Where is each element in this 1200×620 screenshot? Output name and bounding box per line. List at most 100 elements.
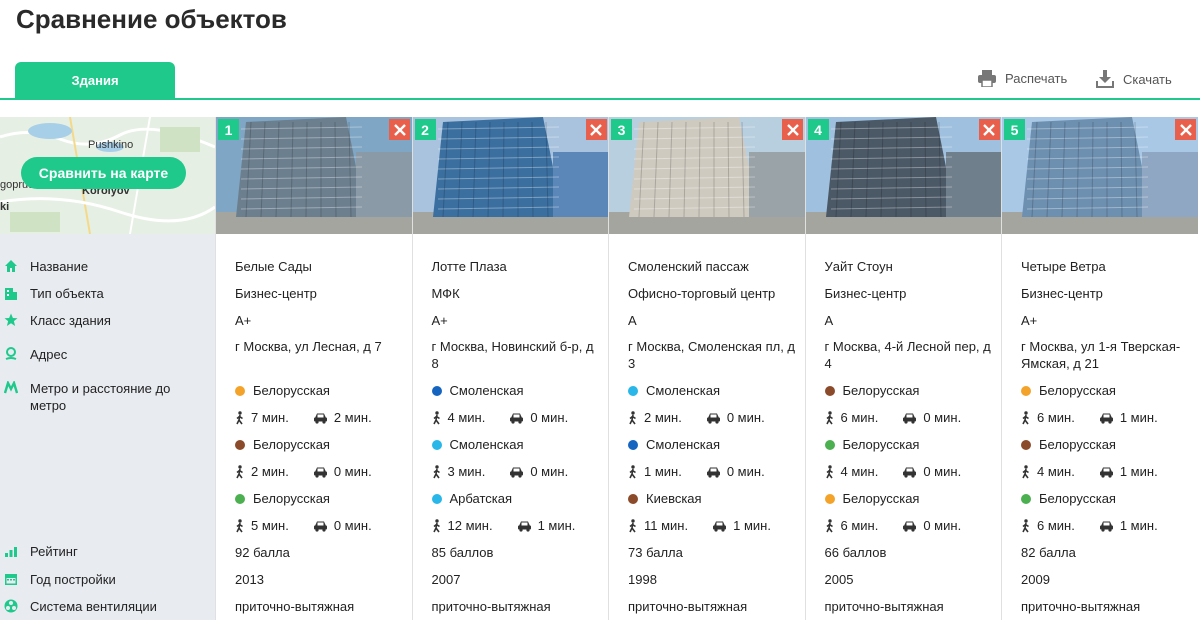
building-year: 2005 [824, 572, 854, 587]
walk-time: 5 мин. [251, 518, 289, 533]
building-photo[interactable]: 1 [216, 117, 412, 234]
remove-building-button[interactable] [585, 119, 607, 140]
car-time: 1 мин. [537, 518, 576, 533]
building-name[interactable]: Белые Сады [235, 258, 407, 275]
map-label-ki: ki [0, 201, 10, 213]
map-preview[interactable]: Pushkino Korolyov goprud ki Сравнить на … [0, 117, 215, 234]
property-type: Тип объекта [0, 285, 190, 302]
property-year: Год постройки [0, 571, 190, 588]
building-year: 2007 [431, 572, 461, 587]
car-time: 0 мин. [333, 464, 372, 479]
building-name[interactable]: Четыре Ветра [1021, 258, 1193, 275]
building-photo-image [609, 117, 805, 234]
building-column: 4 Уайт Стоун Бизнес-центр A г Москва, 4-… [804, 117, 1002, 620]
close-icon [983, 123, 995, 136]
building-photo[interactable]: 3 [609, 117, 805, 234]
building-rating: 73 балла [628, 545, 683, 560]
metro-station: Белорусская [1021, 491, 1116, 506]
remove-building-button[interactable] [1175, 119, 1196, 140]
car-icon [313, 413, 327, 424]
compare-on-map-button[interactable]: Сравнить на карте [21, 157, 186, 189]
property-label: Тип объекта [30, 286, 104, 301]
remove-building-button[interactable] [782, 119, 803, 140]
car-time: 2 мин. [333, 410, 372, 425]
car-icon [903, 467, 917, 478]
building-number-badge: 4 [807, 119, 829, 140]
building-class: A+ [1021, 313, 1038, 328]
car-icon [510, 413, 524, 424]
building-type: МФК [431, 286, 460, 301]
calendar-icon [5, 574, 17, 585]
walk-time: 1 мин. [644, 464, 682, 479]
car-time: 0 мин. [923, 464, 962, 479]
metro-travel-times: 11 мин. 1 мин. [628, 518, 771, 533]
walk-icon [629, 518, 636, 532]
building-photo-image [805, 117, 1002, 234]
car-icon [706, 467, 720, 478]
download-button[interactable]: Скачать [1096, 70, 1172, 88]
walk-icon [1022, 410, 1029, 424]
metro-station-name: Смоленская [646, 437, 721, 452]
walk-time: 2 мин. [644, 410, 682, 425]
building-photo[interactable]: 4 [805, 117, 1002, 234]
building-class: A+ [431, 313, 448, 328]
car-time: 0 мин. [333, 518, 372, 533]
property-ventilation: Система вентиляции [0, 598, 190, 615]
metro-station-name: Белорусская [842, 491, 920, 506]
metro-station: Смоленская [431, 437, 524, 452]
tabs-bar: Здания Распечать Скачать [0, 62, 1200, 100]
walk-icon [825, 518, 833, 532]
car-time: 1 мин. [1119, 464, 1158, 479]
building-name[interactable]: Смоленский пассаж [628, 258, 800, 275]
walk-time: 2 мин. [251, 464, 289, 479]
building-year: 2013 [235, 572, 264, 587]
metro-station: Белорусская [824, 383, 919, 398]
walk-icon [236, 410, 243, 424]
building-type: Бизнес-центр [1021, 286, 1103, 301]
metro-line-dot [824, 439, 835, 450]
car-icon [1099, 467, 1113, 478]
rating-bars-icon [5, 547, 17, 557]
property-label: Метро и расстояние до метро [30, 381, 171, 413]
metro-line-dot [628, 439, 638, 450]
walk-icon [1022, 518, 1029, 532]
remove-building-button[interactable] [389, 119, 410, 140]
metro-station: Белорусская [1021, 437, 1116, 452]
car-time: 0 мин. [923, 518, 962, 533]
walk-icon [432, 518, 440, 532]
building-name[interactable]: Лотте Плаза [432, 258, 604, 275]
walk-icon [236, 464, 243, 478]
building-name[interactable]: Уайт Стоун [825, 258, 997, 275]
building-rating: 92 балла [235, 545, 290, 560]
building-photo[interactable]: 5 [1002, 117, 1198, 234]
property-class: Класс здания [0, 312, 190, 329]
tab-buildings[interactable]: Здания [15, 62, 175, 99]
remove-building-button[interactable] [978, 119, 1000, 140]
building-photo[interactable]: 2 [412, 117, 609, 234]
car-icon [313, 521, 327, 532]
car-time: 0 мин. [923, 410, 962, 425]
property-label: Класс здания [30, 313, 111, 328]
walk-time: 12 мин. [447, 518, 493, 533]
download-label: Скачать [1123, 71, 1172, 87]
metro-travel-times: 4 мин. 0 мин. [432, 410, 568, 425]
building-rating: 82 балла [1021, 545, 1076, 560]
print-button[interactable]: Распечать [978, 70, 1067, 87]
building-photo-image [216, 117, 412, 234]
walk-time: 4 мин. [1037, 464, 1075, 479]
metro-station-name: Белорусская [253, 437, 330, 452]
car-icon [1099, 521, 1113, 532]
printer-icon [978, 70, 996, 87]
walk-time: 7 мин. [251, 410, 289, 425]
metro-line-dot [1021, 439, 1031, 450]
metro-station-name: Смоленская [449, 437, 524, 452]
metro-travel-times: 4 мин. 0 мин. [825, 464, 962, 479]
metro-travel-times: 6 мин. 1 мин. [1021, 410, 1158, 425]
metro-travel-times: 4 мин. 1 мин. [1021, 464, 1158, 479]
building-rating: 85 баллов [431, 545, 494, 560]
walk-icon [1022, 464, 1029, 478]
fan-icon [4, 599, 18, 613]
metro-station-name: Белорусская [842, 437, 920, 452]
car-time: 0 мин. [530, 464, 569, 479]
car-time: 1 мин. [1119, 518, 1158, 533]
